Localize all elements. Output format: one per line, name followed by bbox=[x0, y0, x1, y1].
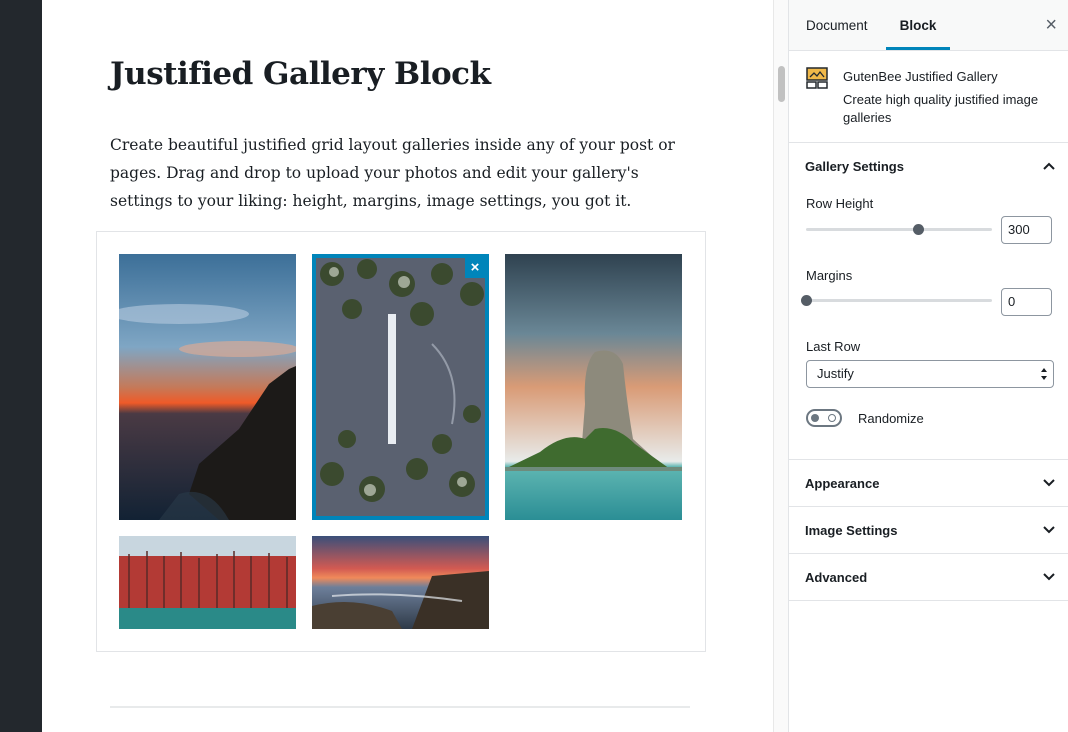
chevron-down-icon bbox=[1043, 573, 1055, 581]
row-height-slider[interactable] bbox=[806, 224, 992, 235]
justified-gallery-block[interactable]: × bbox=[96, 231, 706, 652]
panel-appearance-toggle[interactable]: Appearance bbox=[789, 460, 1068, 507]
panel-gallery-settings-toggle[interactable]: Gallery Settings bbox=[789, 143, 1068, 190]
select-arrows-icon bbox=[1041, 368, 1047, 380]
sidebar-tabs: Document Block × bbox=[789, 0, 1068, 51]
gallery-settings-panel: Row Height 300 Margins 0 Last Row Justif… bbox=[789, 190, 1068, 460]
panel-title: Advanced bbox=[805, 570, 868, 585]
randomize-label: Randomize bbox=[858, 411, 924, 426]
last-row-select[interactable]: Justify bbox=[806, 360, 1054, 388]
block-separator bbox=[110, 706, 690, 708]
block-name: GutenBee Justified Gallery bbox=[843, 69, 998, 84]
editor-scrollbar[interactable] bbox=[773, 0, 788, 732]
margins-slider-handle[interactable] bbox=[801, 295, 812, 306]
gallery-image-sunset-sea-rocks[interactable] bbox=[312, 536, 489, 629]
panel-advanced-toggle[interactable]: Advanced bbox=[789, 554, 1068, 601]
close-sidebar-icon[interactable]: × bbox=[1045, 14, 1057, 36]
toggle-knob bbox=[811, 414, 819, 422]
panel-title: Gallery Settings bbox=[805, 159, 904, 174]
tab-document[interactable]: Document bbox=[806, 0, 868, 50]
chevron-up-icon bbox=[1043, 162, 1055, 170]
post-title[interactable]: Justified Gallery Block bbox=[110, 56, 491, 92]
row-height-input[interactable]: 300 bbox=[1001, 216, 1052, 244]
settings-sidebar: Document Block × GutenBee Justified Gall… bbox=[788, 0, 1068, 732]
editor-window: Justified Gallery Block Create beautiful… bbox=[0, 0, 1068, 732]
last-row-label: Last Row bbox=[806, 339, 861, 354]
block-description: Create high quality justified image gall… bbox=[843, 92, 1039, 125]
margins-slider[interactable] bbox=[801, 295, 992, 306]
chevron-down-icon bbox=[1043, 479, 1055, 487]
scrollbar-thumb[interactable] bbox=[778, 66, 785, 102]
toggle-off-indicator bbox=[828, 414, 836, 422]
randomize-toggle[interactable] bbox=[806, 409, 842, 427]
post-paragraph[interactable]: Create beautiful justified grid layout g… bbox=[110, 131, 700, 215]
margins-label: Margins bbox=[806, 268, 853, 283]
gallery-image-frozen-forest-aerial[interactable]: × bbox=[312, 254, 489, 520]
block-card: GutenBee Justified Gallery Create high q… bbox=[789, 51, 1068, 143]
gallery-image-rock-island[interactable] bbox=[505, 254, 682, 520]
admin-sidebar bbox=[0, 0, 42, 732]
last-row-select-value: Justify bbox=[817, 366, 854, 381]
editor-canvas: Justified Gallery Block Create beautiful… bbox=[42, 0, 773, 732]
margins-input[interactable]: 0 bbox=[1001, 288, 1052, 316]
gallery-block-icon bbox=[806, 67, 828, 89]
gallery-image-sunset-coast[interactable] bbox=[119, 254, 296, 520]
panel-title: Appearance bbox=[805, 476, 880, 491]
row-height-slider-handle[interactable] bbox=[912, 224, 924, 235]
remove-image-button[interactable]: × bbox=[465, 258, 485, 278]
panel-title: Image Settings bbox=[805, 523, 898, 538]
panel-image-settings-toggle[interactable]: Image Settings bbox=[789, 507, 1068, 554]
gallery-image-red-trees[interactable] bbox=[119, 536, 296, 629]
chevron-down-icon bbox=[1043, 526, 1055, 534]
row-height-label: Row Height bbox=[806, 196, 874, 211]
tab-block[interactable]: Block bbox=[886, 0, 950, 50]
